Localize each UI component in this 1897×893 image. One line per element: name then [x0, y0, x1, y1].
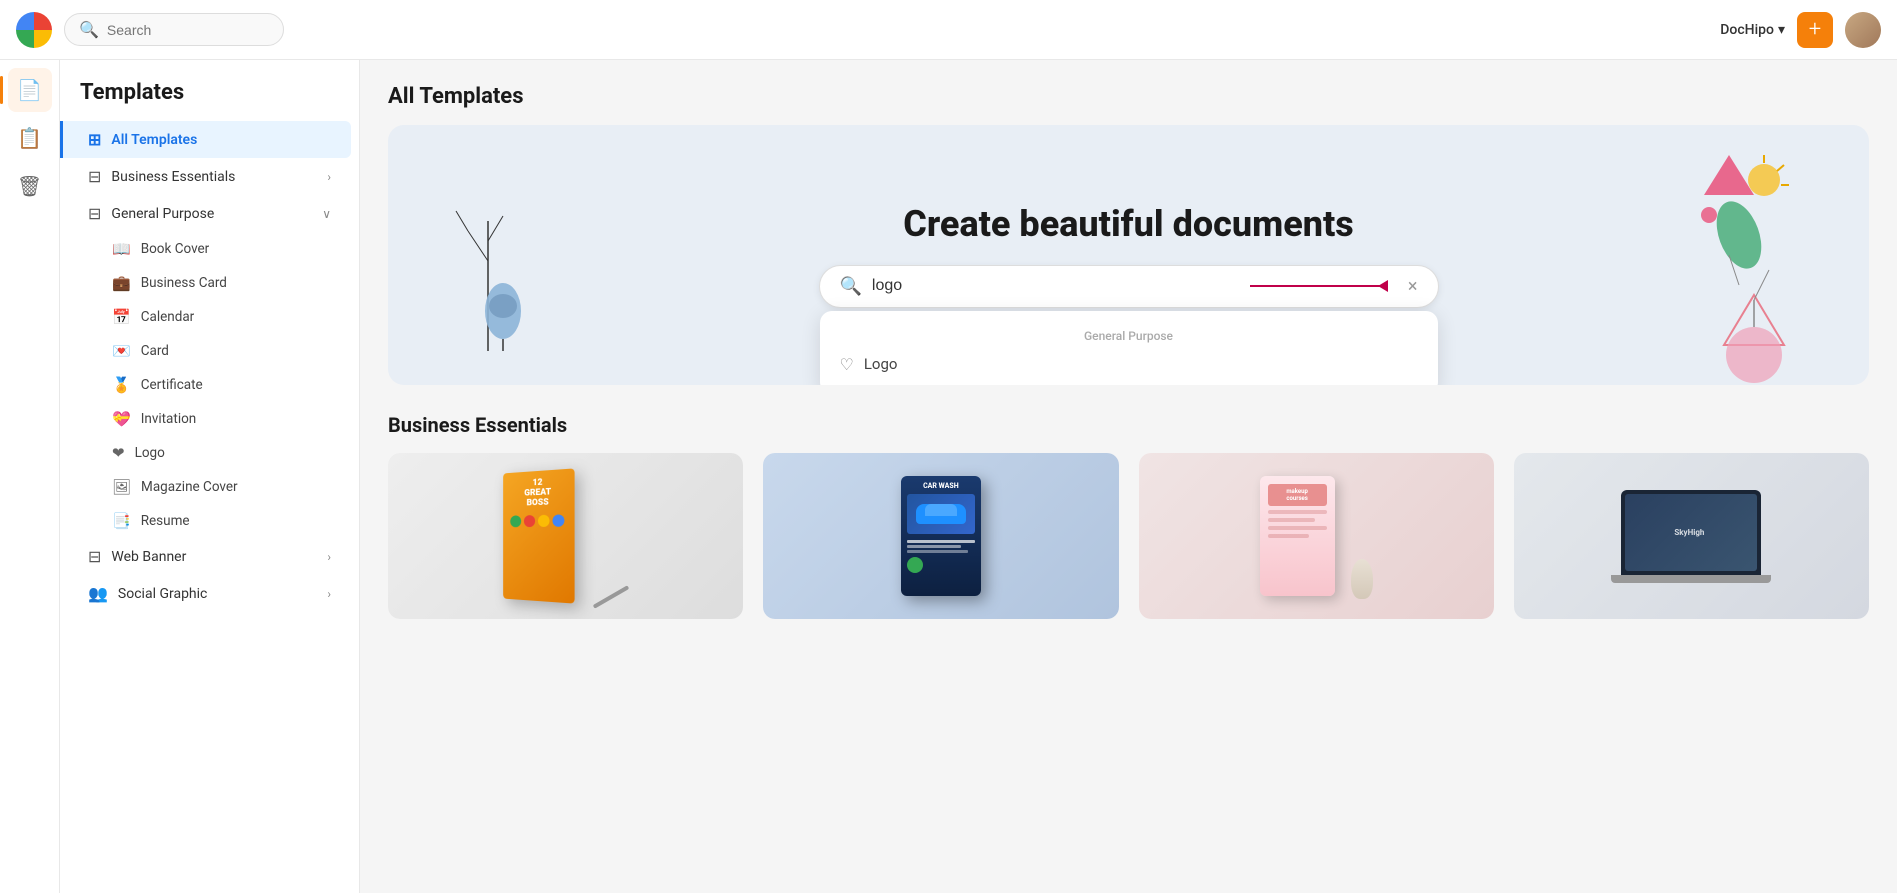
plus-icon: + [1809, 17, 1821, 42]
dropdown-category: General Purpose [820, 323, 1438, 347]
hero-search-container: 🔍 × General Purpose ♡ Logo [819, 265, 1439, 308]
card-label: Card [141, 343, 169, 359]
book-cover-icon: 📖 [112, 240, 131, 258]
chevron-right-icon: › [327, 170, 331, 184]
sidebar-item-magazine-cover[interactable]: 🖼 Magazine Cover [68, 470, 351, 504]
sidebar-item-general-purpose[interactable]: ⊟ General Purpose ∨ [68, 195, 351, 232]
sidebar-item-all-templates[interactable]: ⊞ All Templates [60, 121, 351, 158]
presentation-thumbnail: SkyHigh [1514, 453, 1869, 619]
general-purpose-label: General Purpose [111, 206, 214, 222]
global-search-box[interactable]: 🔍 [64, 13, 284, 46]
all-templates-label: All Templates [111, 132, 197, 148]
template-card-flyer[interactable]: CAR WASH [763, 453, 1118, 619]
search-icon: 🔍 [79, 20, 99, 39]
poster-thumbnail: makeupcourses [1139, 453, 1494, 619]
top-navigation: 🔍 DocHipo ▾ + [0, 0, 1897, 60]
magazine-cover-icon: 🖼 [112, 478, 131, 496]
right-decoration [1609, 145, 1809, 385]
brand-chevron: ▾ [1778, 22, 1785, 38]
hero-search-input[interactable] [872, 277, 1398, 295]
sidebar-icon-trash[interactable]: 🗑 [8, 164, 52, 208]
dropdown-logo-item[interactable]: ♡ Logo [820, 347, 1438, 382]
search-input[interactable] [107, 22, 269, 38]
brand-menu[interactable]: DocHipo ▾ [1720, 22, 1785, 38]
template-card-poster[interactable]: makeupcourses Poster [1139, 453, 1494, 619]
book-cover-label: Book Cover [141, 241, 210, 257]
left-sidebar: Templates ⊞ All Templates ⊟ Business Ess… [60, 60, 360, 893]
general-purpose-icon: ⊟ [88, 204, 101, 223]
main-layout: 📄 📋 🗑 Templates ⊞ All Templates ⊟ Busine… [0, 60, 1897, 893]
card-icon: 💌 [112, 342, 131, 360]
templates-grid-business-essentials: 12GREATBOSS Infographic [388, 453, 1869, 619]
all-templates-icon: ⊞ [88, 130, 101, 149]
hero-title: Create beautiful documents [819, 203, 1439, 245]
pages-icon: 📋 [17, 126, 42, 150]
brand-label: DocHipo [1720, 22, 1774, 38]
web-banner-chevron: › [327, 550, 331, 564]
search-dropdown: General Purpose ♡ Logo [820, 311, 1438, 386]
heart-icon: ♡ [840, 355, 854, 374]
business-card-label: Business Card [141, 275, 227, 291]
logo-icon: ❤ [112, 444, 125, 462]
invitation-icon: 💝 [112, 410, 131, 428]
magazine-cover-label: Magazine Cover [141, 479, 238, 495]
calendar-icon: 📅 [112, 308, 131, 326]
avatar-image [1845, 12, 1881, 48]
web-banner-label: Web Banner [111, 549, 186, 565]
resume-icon: 📑 [112, 512, 131, 530]
certificate-icon: 🏅 [112, 376, 131, 394]
sidebar-item-calendar[interactable]: 📅 Calendar [68, 300, 351, 334]
dropdown-logo-label: Logo [864, 355, 898, 373]
template-card-presentation[interactable]: SkyHigh Presentation [1514, 453, 1869, 619]
business-essentials-icon: ⊟ [88, 167, 101, 186]
business-essentials-label: Business Essentials [111, 169, 235, 185]
icon-sidebar: 📄 📋 🗑 [0, 60, 60, 893]
resume-label: Resume [141, 513, 190, 529]
social-graphic-chevron: › [327, 587, 331, 601]
sidebar-item-invitation[interactable]: 💝 Invitation [68, 402, 351, 436]
sidebar-icon-pages[interactable]: 📋 [8, 116, 52, 160]
invitation-label: Invitation [141, 411, 197, 427]
sidebar-title: Templates [60, 80, 359, 121]
social-graphic-icon: 👥 [88, 584, 108, 603]
nav-right-section: DocHipo ▾ + [1720, 12, 1881, 48]
hero-banner: Create beautiful documents 🔍 × General P… [388, 125, 1869, 385]
sidebar-item-resume[interactable]: 📑 Resume [68, 504, 351, 538]
search-clear-button[interactable]: × [1408, 276, 1418, 297]
business-card-icon: 💼 [112, 274, 131, 292]
sidebar-item-card[interactable]: 💌 Card [68, 334, 351, 368]
hero-search-icon: 🔍 [840, 276, 862, 297]
template-card-infographic[interactable]: 12GREATBOSS Infographic [388, 453, 743, 619]
main-content: All Templates Create bea [360, 60, 1897, 893]
trash-icon: 🗑 [17, 174, 42, 198]
sidebar-item-web-banner[interactable]: ⊟ Web Banner › [68, 538, 351, 575]
sidebar-item-business-card[interactable]: 💼 Business Card [68, 266, 351, 300]
left-decoration [448, 181, 568, 365]
page-title: All Templates [388, 84, 1869, 109]
sidebar-icon-document[interactable]: 📄 [8, 68, 52, 112]
document-icon: 📄 [17, 78, 42, 102]
social-graphic-label: Social Graphic [118, 586, 207, 602]
calendar-label: Calendar [141, 309, 195, 325]
web-banner-icon: ⊟ [88, 547, 101, 566]
sidebar-item-certificate[interactable]: 🏅 Certificate [68, 368, 351, 402]
sidebar-item-logo[interactable]: ❤ Logo [68, 436, 351, 470]
create-new-button[interactable]: + [1797, 12, 1833, 48]
app-logo[interactable] [16, 12, 52, 48]
chevron-down-icon: ∨ [322, 207, 331, 221]
avatar[interactable] [1845, 12, 1881, 48]
sidebar-item-social-graphic[interactable]: 👥 Social Graphic › [68, 575, 351, 612]
hero-content: Create beautiful documents 🔍 × General P… [819, 203, 1439, 308]
infographic-thumbnail: 12GREATBOSS [388, 453, 743, 619]
section-title-business-essentials: Business Essentials [388, 413, 1869, 437]
certificate-label: Certificate [141, 377, 203, 393]
logo-label: Logo [135, 445, 165, 461]
sidebar-item-business-essentials[interactable]: ⊟ Business Essentials › [68, 158, 351, 195]
sidebar-item-book-cover[interactable]: 📖 Book Cover [68, 232, 351, 266]
flyer-thumbnail: CAR WASH [763, 453, 1118, 619]
